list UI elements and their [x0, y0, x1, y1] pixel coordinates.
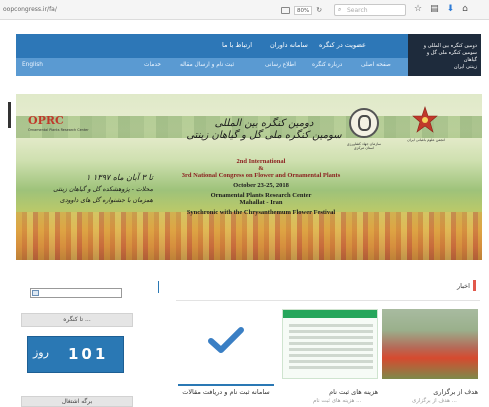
browser-toolbar: oopcongress.ir/fa/ 80% ↻ ⌕ Search ☆ ▤ ⬇ …: [0, 0, 489, 20]
nav-membership[interactable]: عضویت در کنگره: [319, 41, 366, 49]
banner-flowers: [16, 212, 482, 260]
logo-line-1: دومین کنگره بین المللی و: [423, 43, 477, 49]
search-icon: ⌕: [338, 6, 342, 13]
nav-english[interactable]: English: [22, 62, 43, 68]
jihad-emblem-icon: [349, 108, 379, 138]
jihad-label-line-2: استان مرکزی: [353, 146, 375, 150]
countdown-unit: روز: [33, 346, 49, 359]
library-icon[interactable]: ▤: [430, 4, 439, 15]
nav-news[interactable]: اطلاع رسانی: [265, 62, 296, 68]
en-line-venue: Ornamental Plants Research Center: [210, 192, 312, 199]
fa-venue: محلات - پژوهشکده گل و گیاهان زینتی: [53, 186, 153, 193]
until-congress-label: تا کنگره ...: [21, 313, 133, 327]
banner-persian-details: ۱ تا ۳ آبان ماه ۱۳۹۷ محلات - پژوهشکده گل…: [38, 172, 153, 206]
card-title-fees[interactable]: هزینه های ثبت نام: [282, 388, 378, 396]
address-bar[interactable]: oopcongress.ir/fa/: [3, 6, 57, 13]
zoom-level[interactable]: 80%: [294, 5, 313, 15]
nav-home[interactable]: صفحه اصلی: [361, 62, 391, 68]
card-snippet-purpose: هدف از برگزاری ...: [412, 398, 457, 404]
zoom-controls: 80% ↻: [281, 4, 322, 16]
news-rule: [176, 300, 480, 301]
en-line-city: Mahallat - Iran: [239, 199, 283, 206]
oprc-text: OPRC: [28, 114, 64, 127]
en-line-3: 3rd National Congress on Flower and Orna…: [181, 172, 341, 179]
site-logo[interactable]: دومین کنگره بین المللی و سومین کنگره ملی…: [408, 34, 481, 76]
en-line-1: 2nd International: [236, 158, 286, 165]
oprc-subtitle: Ornamental Plants Research Center: [28, 128, 89, 132]
logo-line-2: سومین کنگره ملی گل و گیاهان: [426, 50, 477, 63]
nav-contact[interactable]: ارتباط با ما: [222, 41, 252, 49]
site-header: عضویت در کنگره سامانه داوران ارتباط با م…: [16, 34, 481, 76]
fa-date: ۱ تا ۳ آبان ماه ۱۳۹۷: [86, 173, 153, 182]
logo-line-3: زینتی ایران: [453, 64, 477, 70]
card-3-accent: [178, 384, 274, 386]
banner-english-text: 2nd International & 3rd National Congres…: [156, 158, 366, 216]
nav-services[interactable]: خدمات: [144, 62, 161, 68]
news-card-image-registration[interactable]: [178, 309, 274, 379]
browser-search-input[interactable]: ⌕ Search: [334, 4, 406, 16]
banner-persian-title: دومین کنگره بین المللی سومین کنگره ملی گ…: [184, 118, 344, 142]
reader-view-icon[interactable]: [281, 6, 290, 14]
nav-registration[interactable]: ثبت نام و ارسال مقاله: [180, 62, 234, 68]
congress-banner: OPRC Ornamental Plants Research Center د…: [16, 94, 482, 260]
checkmark-icon: [208, 327, 244, 353]
fa-title-line-2: سومین کنگره ملی گل و گیاهان زینتی: [186, 130, 342, 141]
section-divider: [158, 281, 159, 293]
bookmark-star-icon[interactable]: ☆: [414, 4, 422, 15]
jihad-label: سازمان جهاد کشاورزی استان مرکزی: [342, 142, 386, 150]
nav-top-bar: عضویت در کنگره سامانه داوران ارتباط با م…: [16, 34, 408, 58]
card-title-registration[interactable]: سامانه ثبت نام و دریافت مقالات: [178, 388, 274, 396]
sidebar-search-input[interactable]: [30, 288, 122, 298]
en-line-festival: Synchronic with the Chrysanthemum Flower…: [186, 209, 336, 216]
home-icon[interactable]: ⌂: [462, 4, 468, 15]
horticulture-society-emblem-icon: [412, 106, 438, 136]
iran-society-label: انجمن علوم باغبانی ایران: [407, 138, 445, 142]
page-scroll-marker: [8, 102, 11, 128]
countdown-days: 101: [68, 345, 109, 363]
fa-title-line-1: دومین کنگره بین المللی: [214, 118, 314, 129]
news-heading: اخبار: [457, 282, 470, 290]
en-line-date: October 23-25, 2018: [233, 182, 289, 189]
browser-icons: ☆ ▤ ⬇ ⌂: [414, 4, 468, 15]
sidebar-bottom-link[interactable]: برگه اشتغال: [21, 396, 133, 407]
fa-festival: همزمان با جشنواره گل های داوودی: [59, 197, 153, 204]
image-icon: [32, 290, 39, 296]
nav-about[interactable]: درباره کنگره: [312, 62, 342, 68]
download-icon[interactable]: ⬇: [447, 4, 455, 15]
en-line-2: &: [258, 165, 264, 172]
nav-bottom-bar: صفحه اصلی درباره کنگره اطلاع رسانی ثبت ن…: [16, 58, 408, 76]
search-placeholder: Search: [347, 7, 368, 14]
card-snippet-fees: هزینه های ثبت نام ...: [313, 398, 362, 404]
card-title-purpose[interactable]: هدف از برگزاری: [382, 388, 478, 396]
news-card-image-flowers[interactable]: [382, 309, 478, 379]
news-card-image-fees[interactable]: [282, 309, 378, 379]
nav-reviewers[interactable]: سامانه داوران: [270, 41, 308, 49]
oprc-logo: OPRC Ornamental Plants Research Center: [28, 114, 89, 132]
countdown-widget: روز 101: [27, 336, 124, 373]
reload-icon[interactable]: ↻: [316, 6, 322, 14]
news-accent-bar: [473, 280, 476, 291]
